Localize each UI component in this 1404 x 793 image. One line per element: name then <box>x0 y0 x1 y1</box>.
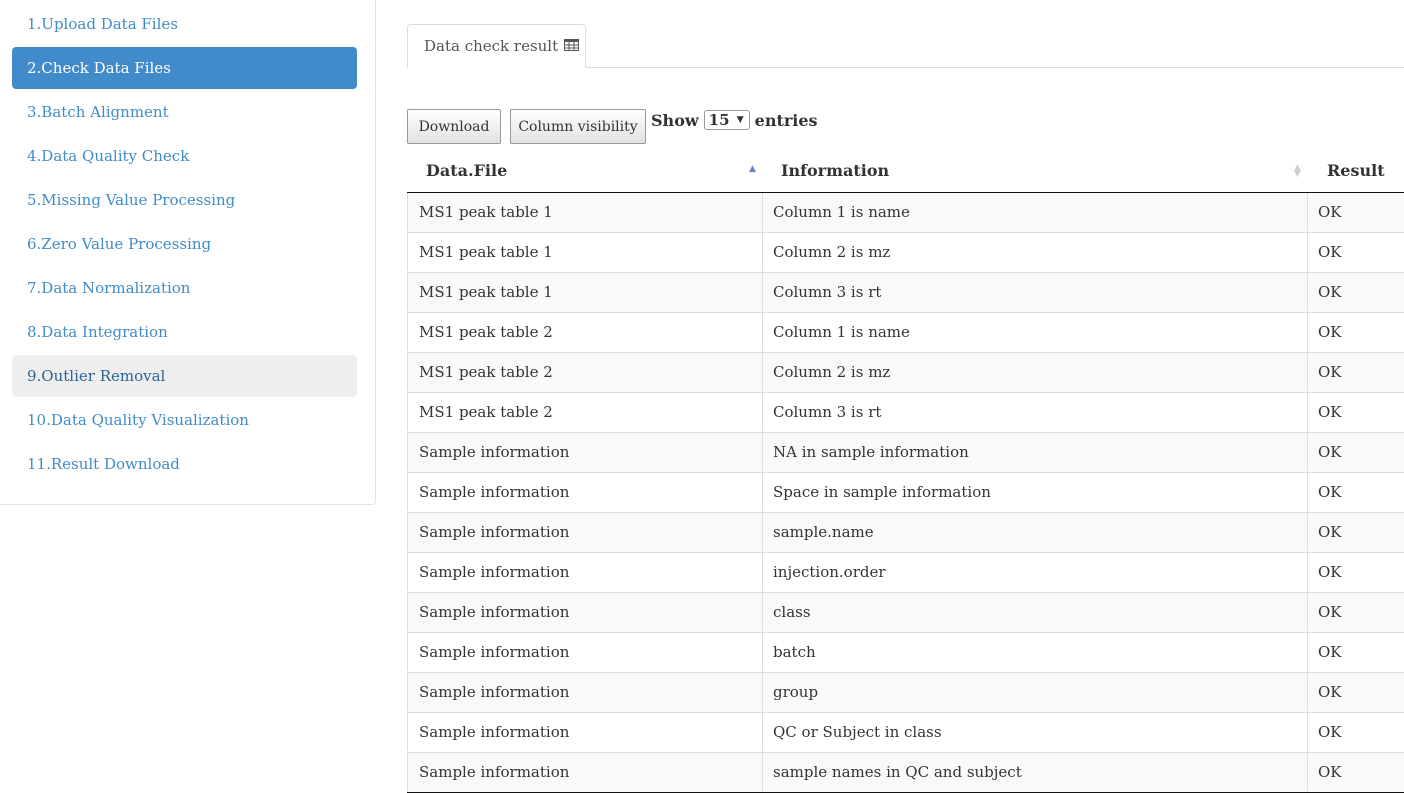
cell-data-file: Sample information <box>407 633 763 671</box>
cell-data-file: MS1 peak table 1 <box>407 193 763 231</box>
cell-data-file: Sample information <box>407 673 763 711</box>
cell-information: sample names in QC and subject <box>763 753 1308 791</box>
sidebar-item-zero-value-processing[interactable]: 6.Zero Value Processing <box>12 223 357 265</box>
table-row: Sample information sample names in QC and… <box>407 753 1404 793</box>
sidebar-item-outlier-removal[interactable]: 9.Outlier Removal <box>12 355 357 397</box>
table-row: MS1 peak table 1 Column 1 is name OK <box>407 193 1404 233</box>
cell-information: Column 3 is rt <box>763 273 1308 311</box>
cell-information: Column 3 is rt <box>763 393 1308 431</box>
cell-result: OK <box>1318 563 1342 581</box>
cell-information: Column 2 is mz <box>763 233 1308 271</box>
cell-result: OK <box>1318 483 1342 501</box>
cell-information: Column 2 is mz <box>763 353 1308 391</box>
column-header-information[interactable]: Information <box>781 150 889 192</box>
cell-data-file: MS1 peak table 1 <box>407 233 763 271</box>
column-visibility-button[interactable]: Column visibility <box>510 109 646 144</box>
table-row: MS1 peak table 2 Column 1 is name OK <box>407 313 1404 353</box>
sidebar-item-missing-value-processing[interactable]: 5.Missing Value Processing <box>12 179 357 221</box>
cell-result: OK <box>1318 683 1342 701</box>
tab-label: Data check result <box>424 37 559 55</box>
cell-result: OK <box>1318 523 1342 541</box>
data-check-table: Data.File ▲ Information ▲ ▼ Result MS1 pe… <box>407 150 1404 793</box>
cell-result: OK <box>1318 443 1342 461</box>
cell-data-file: Sample information <box>407 713 763 751</box>
download-button[interactable]: Download <box>407 109 501 144</box>
sidebar-item-batch-alignment[interactable]: 3.Batch Alignment <box>12 91 357 133</box>
cell-result: OK <box>1318 243 1342 261</box>
table-row: Sample information Space in sample inform… <box>407 473 1404 513</box>
cell-information: Column 1 is name <box>763 193 1308 231</box>
table-row: MS1 peak table 2 Column 3 is rt OK <box>407 393 1404 433</box>
table-row: MS1 peak table 2 Column 2 is mz OK <box>407 353 1404 393</box>
cell-information: class <box>763 593 1308 631</box>
cell-data-file: MS1 peak table 2 <box>407 353 763 391</box>
cell-result: OK <box>1318 403 1342 421</box>
cell-data-file: MS1 peak table 2 <box>407 393 763 431</box>
tab-data-check-result[interactable]: Data check result <box>407 24 586 68</box>
sidebar-item-data-integration[interactable]: 8.Data Integration <box>12 311 357 353</box>
sidebar: 1.Upload Data Files 2.Check Data Files 3… <box>0 0 376 505</box>
cell-result: OK <box>1318 603 1342 621</box>
cell-data-file: MS1 peak table 2 <box>407 313 763 351</box>
sidebar-item-upload-data-files[interactable]: 1.Upload Data Files <box>12 3 357 45</box>
cell-data-file: Sample information <box>407 553 763 591</box>
cell-result: OK <box>1318 203 1342 221</box>
cell-result: OK <box>1318 283 1342 301</box>
cell-data-file: Sample information <box>407 433 763 471</box>
cell-result: OK <box>1318 323 1342 341</box>
table-row: Sample information NA in sample informati… <box>407 433 1404 473</box>
table-row: Sample information batch OK <box>407 633 1404 673</box>
sidebar-item-result-download[interactable]: 11.Result Download <box>12 443 357 485</box>
cell-data-file: MS1 peak table 1 <box>407 273 763 311</box>
cell-data-file: Sample information <box>407 473 763 511</box>
cell-data-file: Sample information <box>407 593 763 631</box>
cell-information: sample.name <box>763 513 1308 551</box>
sidebar-item-data-quality-visualization[interactable]: 10.Data Quality Visualization <box>12 399 357 441</box>
entries-select[interactable]: 15 ▼ <box>703 110 750 130</box>
table-row: Sample information QC or Subject in class… <box>407 713 1404 753</box>
table-row: Sample information injection.order OK <box>407 553 1404 593</box>
entries-length-control: Show 15 ▼ entries <box>651 108 818 132</box>
cell-result: OK <box>1318 643 1342 661</box>
column-header-data-file[interactable]: Data.File <box>426 150 507 192</box>
table-row: Sample information sample.name OK <box>407 513 1404 553</box>
sidebar-item-data-normalization[interactable]: 7.Data Normalization <box>12 267 357 309</box>
cell-result: OK <box>1318 763 1342 781</box>
table-icon <box>564 25 580 67</box>
table-row: MS1 peak table 1 Column 3 is rt OK <box>407 273 1404 313</box>
cell-data-file: Sample information <box>407 513 763 551</box>
entries-select-value: 15 <box>708 111 730 129</box>
table-row: MS1 peak table 1 Column 2 is mz OK <box>407 233 1404 273</box>
table-row: Sample information group OK <box>407 673 1404 713</box>
entries-label: entries <box>754 110 818 130</box>
sort-asc-icon: ▲ <box>749 164 756 174</box>
cell-data-file: Sample information <box>407 753 763 791</box>
cell-information: batch <box>763 633 1308 671</box>
cell-information: Space in sample information <box>763 473 1308 511</box>
column-header-result[interactable]: Result <box>1327 150 1385 192</box>
table-row: Sample information class OK <box>407 593 1404 633</box>
sidebar-item-check-data-files[interactable]: 2.Check Data Files <box>12 47 357 89</box>
show-label: Show <box>651 110 699 130</box>
cell-information: NA in sample information <box>763 433 1308 471</box>
cell-result: OK <box>1318 363 1342 381</box>
cell-information: group <box>763 673 1308 711</box>
sort-both-icon: ▲ ▼ <box>1294 163 1301 179</box>
cell-information: Column 1 is name <box>763 313 1308 351</box>
table-header: Data.File ▲ Information ▲ ▼ Result <box>407 150 1404 193</box>
cell-result: OK <box>1318 723 1342 741</box>
cell-information: injection.order <box>763 553 1308 591</box>
table-body: MS1 peak table 1 Column 1 is name OK MS1 pe… <box>407 193 1404 793</box>
sidebar-item-data-quality-check[interactable]: 4.Data Quality Check <box>12 135 357 177</box>
caret-down-icon: ▼ <box>736 115 744 125</box>
cell-information: QC or Subject in class <box>763 713 1308 751</box>
